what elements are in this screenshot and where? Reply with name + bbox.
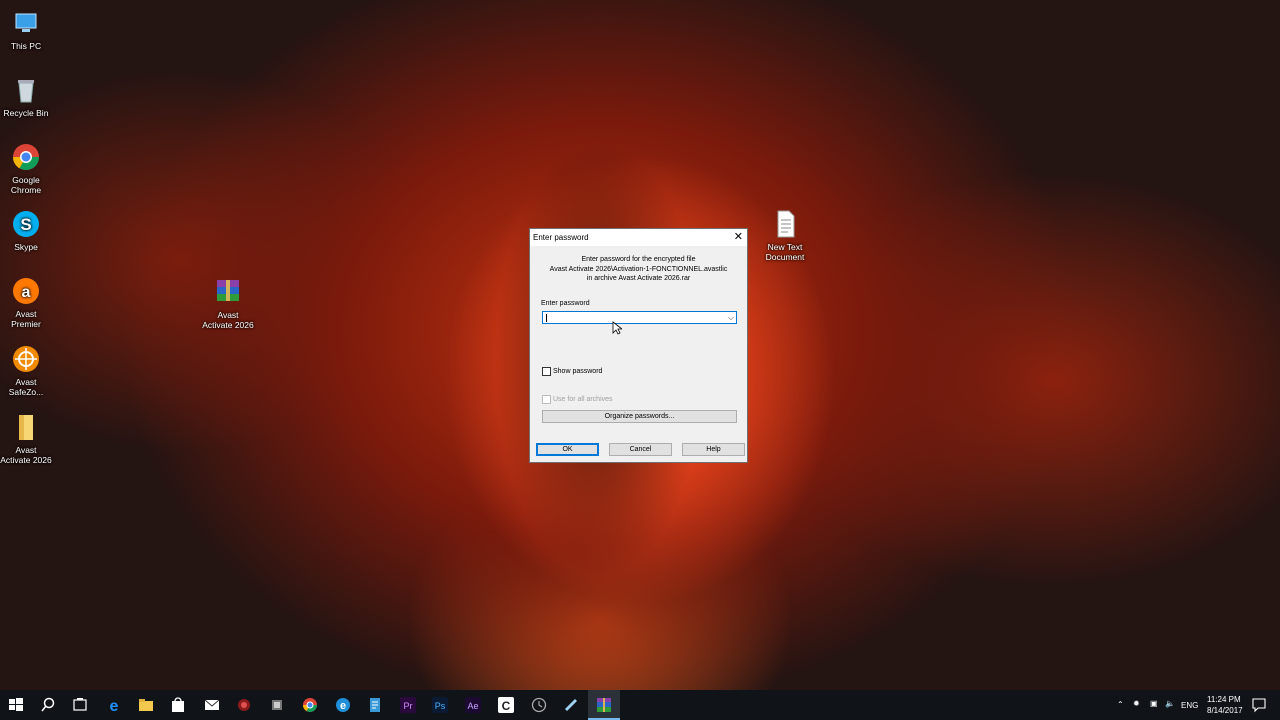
- winrar-icon: [597, 698, 611, 712]
- photoshop-icon[interactable]: Ps: [432, 697, 448, 713]
- action-center-icon[interactable]: [1251, 697, 1267, 713]
- skype-icon: S: [11, 209, 41, 239]
- winrar-archive-icon: [213, 277, 243, 307]
- desktop-icon-chrome[interactable]: Google Chrome: [0, 142, 52, 195]
- search-icon[interactable]: [40, 697, 56, 713]
- clock-date[interactable]: 8/14/2017: [1207, 706, 1243, 715]
- recycle-bin-icon: [11, 75, 41, 105]
- dialog-title: Enter password: [533, 233, 589, 242]
- task-view-icon[interactable]: [72, 697, 88, 713]
- text-document-icon: [770, 209, 800, 239]
- chevron-up-icon[interactable]: ⌃: [1117, 700, 1124, 709]
- use-for-all-archives-checkbox: [542, 395, 551, 404]
- winrar-taskbar-item[interactable]: [588, 690, 620, 720]
- cancel-button[interactable]: Cancel: [609, 443, 672, 456]
- password-label: Enter password: [541, 300, 590, 307]
- volume-icon[interactable]: 🔈: [1165, 699, 1175, 708]
- chevron-down-icon[interactable]: ⌵: [728, 313, 734, 323]
- folder-icon: [11, 412, 41, 442]
- desktop-icon-avast-activate-rar[interactable]: Avast Activate 2026: [202, 277, 254, 330]
- password-input[interactable]: ⌵: [542, 311, 737, 324]
- store-icon[interactable]: [170, 697, 186, 713]
- windows-start-icon[interactable]: [8, 697, 24, 713]
- language-indicator[interactable]: ENG: [1181, 701, 1198, 710]
- avast-icon: a: [11, 276, 41, 306]
- svg-text:Ae: Ae: [467, 701, 478, 711]
- app-icon-cpu[interactable]: [269, 697, 285, 713]
- text-caret: [546, 314, 547, 322]
- premiere-icon[interactable]: Pr: [400, 697, 416, 713]
- svg-text:Pr: Pr: [404, 701, 413, 711]
- desktop-icon-skype[interactable]: S Skype: [0, 209, 52, 252]
- show-password-label[interactable]: Show password: [553, 368, 602, 375]
- app-icon-red[interactable]: [236, 697, 252, 713]
- organize-passwords-button[interactable]: Organize passwords...: [542, 410, 737, 423]
- svg-text:C: C: [502, 699, 511, 713]
- show-password-checkbox[interactable]: [542, 367, 551, 376]
- notepad-icon[interactable]: [563, 697, 579, 713]
- help-button[interactable]: Help: [682, 443, 745, 456]
- desktop-icon-new-text-document[interactable]: New Text Document: [759, 209, 811, 262]
- dialog-message: Enter password for the encrypted file Av…: [549, 256, 728, 282]
- svg-text:e: e: [340, 700, 346, 712]
- mail-icon[interactable]: [204, 697, 220, 713]
- enter-password-dialog: Enter password ✕ Enter password for the …: [529, 228, 748, 463]
- taskbar: e e Pr Ps Ae C ⌃ ✹ ▣ 🔈 ENG 11:24 PM 8/14…: [0, 690, 1280, 720]
- chrome-taskbar-icon[interactable]: [302, 697, 318, 713]
- after-effects-icon[interactable]: Ae: [465, 697, 481, 713]
- svg-text:S: S: [20, 215, 31, 234]
- use-for-all-archives-label: Use for all archives: [553, 396, 613, 403]
- network-icon[interactable]: ▣: [1150, 699, 1158, 708]
- svg-text:e: e: [110, 698, 119, 713]
- desktop-icon-recycle-bin[interactable]: Recycle Bin: [0, 75, 52, 118]
- svg-text:Ps: Ps: [435, 701, 446, 711]
- desktop-icon-avast-premier[interactable]: a Avast Premier: [0, 276, 52, 329]
- svg-text:a: a: [22, 284, 31, 301]
- desktop-icon-avast-activate-folder[interactable]: Avast Activate 2026: [0, 412, 52, 465]
- camtasia-icon[interactable]: C: [498, 697, 514, 713]
- mouse-pointer-icon: [612, 321, 622, 335]
- chrome-icon: [11, 142, 41, 172]
- avast-tray-icon[interactable]: ✹: [1133, 699, 1140, 708]
- close-icon[interactable]: ✕: [734, 230, 743, 244]
- notes-icon[interactable]: [367, 697, 383, 713]
- dialog-titlebar[interactable]: Enter password ✕: [530, 229, 747, 246]
- desktop-icon-avast-safezone[interactable]: Avast SafeZo...: [0, 344, 52, 397]
- computer-icon: [11, 8, 41, 38]
- clock-time[interactable]: 11:24 PM: [1207, 695, 1241, 704]
- ok-button[interactable]: OK: [536, 443, 599, 456]
- clock-app-icon[interactable]: [531, 697, 547, 713]
- ie-icon[interactable]: e: [335, 697, 351, 713]
- file-explorer-icon[interactable]: [138, 697, 154, 713]
- desktop-icon-this-pc[interactable]: This PC: [0, 8, 52, 51]
- edge-icon[interactable]: e: [106, 697, 122, 713]
- safezone-icon: [11, 344, 41, 374]
